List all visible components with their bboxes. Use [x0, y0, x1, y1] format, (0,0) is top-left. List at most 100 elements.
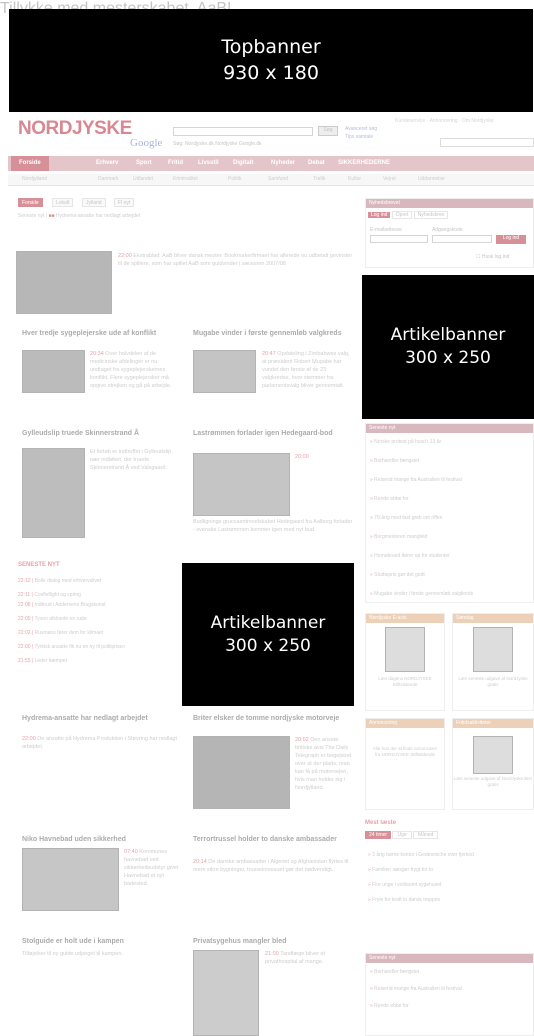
subnav-item[interactable]: Udlandet [133, 176, 153, 182]
article-text: 22:00 De ansatte på Hydrema Produktion i… [22, 736, 178, 750]
list-item[interactable]: » Studiepris gør det godt [370, 572, 529, 579]
article-image[interactable] [193, 350, 256, 393]
tab-create[interactable]: Opret [391, 211, 413, 219]
login-button[interactable]: Log ind [496, 235, 526, 244]
tab-lokalt[interactable]: Lokalt [52, 198, 74, 207]
subnav-item[interactable]: Kultur [348, 176, 361, 182]
tab-forside[interactable]: Forside [18, 198, 43, 207]
search-scope-radios[interactable]: Søg: Nordjyske.dk Nordjyske Google.dk [173, 141, 262, 147]
advanced-search-link[interactable]: Avanceret søg [345, 126, 377, 132]
promo-text: Alle hun der at finde annoncører fra NOR… [372, 746, 438, 757]
article-title[interactable]: Niko Havnebad uden sikkerhed [22, 836, 172, 844]
article-title[interactable]: Gylleudslip truede Skinnerstrand Å [22, 430, 172, 438]
top-banner[interactable]: Topbanner 930 x 180 [9, 9, 533, 112]
nav-item-livsstil[interactable]: Livsstil [198, 160, 219, 166]
nav-item-nyheder[interactable]: Nyheder [271, 160, 295, 166]
list-item[interactable]: » Mugabe vinder i første gennemløb valgk… [370, 591, 529, 598]
site-logo[interactable]: NORDJYSKE [18, 118, 132, 140]
list-item[interactable]: 21:55 | Leder kæmpet [18, 658, 178, 665]
email-field[interactable] [370, 235, 428, 243]
list-item[interactable]: 22:12 | Bolle dialog med erhvervslivet [18, 578, 178, 585]
breaking-text[interactable]: Hydrema-ansatte har nedlagt arbejdet [56, 213, 140, 219]
promo-box[interactable]: Annoncering Alle hun der at finde annonc… [365, 718, 445, 810]
list-item[interactable]: » Borgmesteren mangleld [370, 534, 529, 541]
search-button[interactable]: Søg [318, 126, 338, 136]
list-item[interactable]: 22:11 | Cosfleflight og spring [18, 592, 178, 599]
list-item[interactable]: 22:02 | Rusmans fører dem for klimaet [18, 630, 178, 637]
tab-fl-nyt[interactable]: Fl nyt [114, 198, 135, 207]
nav-item-debat[interactable]: Debat [308, 160, 325, 166]
region-select[interactable] [440, 138, 534, 147]
article-title[interactable]: Mugabe vinder i første gennemløb valgkre… [193, 330, 353, 338]
nav-item-sport[interactable]: Sport [136, 160, 152, 166]
article-image[interactable] [193, 950, 259, 1036]
search-input[interactable] [173, 127, 313, 136]
article-title[interactable]: Hver tredje sygeplejerske ude af konflik… [22, 330, 172, 338]
nav-item-digitalt[interactable]: Digitalt [233, 160, 253, 166]
list-item[interactable]: » Reisend mange fra Australien til festi… [370, 477, 529, 484]
tab-week[interactable]: Uge [392, 831, 412, 839]
list-item[interactable]: » 3 årig børne kontor i Gedesmiche over … [368, 852, 530, 859]
article-image[interactable] [193, 453, 290, 516]
article-text: 20:02 Den ansete britiske avis The Daily… [295, 737, 352, 791]
article-image[interactable] [22, 448, 85, 538]
tips-link[interactable]: Tips samtale [345, 134, 373, 140]
nav-item-sikkerhed[interactable]: SIKKERHEDERNE [338, 160, 390, 166]
promo-box[interactable]: Fritidsaktiviteter Læs seneste udgave af… [452, 718, 534, 810]
article-image[interactable] [22, 350, 85, 393]
password-field[interactable] [432, 235, 492, 243]
article-title[interactable]: Privatsygehus mangler bled [193, 938, 353, 946]
tab-24h[interactable]: 24 timer [365, 831, 392, 839]
list-item[interactable]: » Homeboard ifører op for studenter [370, 553, 529, 560]
list-item[interactable]: » Rende ebbe for [370, 1003, 529, 1010]
list-item[interactable]: » Fryle for kraft to dansk troppes [368, 897, 530, 904]
article-banner-center[interactable]: Artikelbanner 300 x 250 [182, 563, 354, 706]
headline-image[interactable] [16, 251, 112, 314]
list-item[interactable]: » 70-årig med fast greb om riffen [370, 515, 529, 522]
article-title[interactable]: Terrortrussel holder to danske ambassade… [193, 836, 353, 844]
article-image[interactable] [22, 848, 119, 911]
list-item[interactable]: » Norske protest på hvad i 13 år [370, 439, 529, 446]
promo-box[interactable]: Søndag Læs seneste udgave af NordJyske g… [452, 613, 534, 711]
tab-month[interactable]: Måned [413, 831, 439, 839]
article-title[interactable]: Hydrema-ansatte har nedlagt arbejdet [22, 715, 172, 723]
remember-checkbox[interactable]: ☐ Husk log ind [476, 254, 509, 260]
headline-text: 22:00 Ekstrablad: AaB bliver dansk meste… [118, 253, 353, 267]
tab-login[interactable]: Log ind [368, 212, 391, 218]
article-title[interactable]: Lastrømmen forlader igen Hedegaard-bod [193, 430, 353, 438]
subnav-item[interactable]: Nordjylland [22, 176, 47, 182]
list-item[interactable]: » Familien sæsger frygt for to [368, 867, 530, 874]
list-item[interactable]: 22:00 | Tyrkisk ansatte fik nu en ny til… [18, 644, 178, 651]
promo-box[interactable]: Nordjyske E-avis Læs dagens NORDJYSKE St… [365, 613, 445, 711]
subnav-item[interactable]: Politik [228, 176, 241, 182]
article-title[interactable]: Briter elsker de tomme nordjyske motorve… [193, 715, 353, 723]
article-text: 20:47 Opdateling i Zimbabwes valg, at pr… [262, 351, 350, 389]
subnav-item[interactable]: Uddannelse [418, 176, 445, 182]
login-box: Nyhedsbrevet Log ind Opret Nyhedsbrev E-… [365, 198, 534, 268]
article-image[interactable] [193, 736, 290, 809]
list-item[interactable]: » Reisend mange fra Australien til festi… [370, 986, 529, 993]
nav-item-erhverv[interactable]: Erhverv [96, 160, 118, 166]
subnav-item[interactable]: Vejret [383, 176, 396, 182]
nav-item-forside[interactable]: Forside [11, 156, 49, 171]
subnav-item[interactable]: Trafik [313, 176, 325, 182]
list-item[interactable]: » Fire unge i voldsomt sygehuset [368, 882, 530, 889]
list-item[interactable]: 22:05 | Tyven afsloede en rude [18, 616, 178, 623]
subnav-item[interactable]: Danmark [98, 176, 118, 182]
article-title[interactable]: Stolguide er holt ude i kampen [22, 938, 172, 946]
latest-sidebar-head: Seneste nyt [366, 954, 533, 963]
article-banner-line2: 300 x 250 [225, 635, 311, 656]
subnav-item[interactable]: Kriminalitet [173, 176, 198, 182]
login-tabs: Log ind Opret Nyhedsbrev [368, 211, 449, 219]
article-banner-right[interactable]: Artikelbanner 300 x 250 [362, 275, 534, 419]
nav-item-fritid[interactable]: Fritid [168, 160, 183, 166]
most-read-list: » 3 årig børne kontor i Gedesmiche over … [368, 852, 530, 904]
subnav-item[interactable]: Samfund [268, 176, 288, 182]
tab-newsletter[interactable]: Nyhedsbrev [413, 211, 449, 219]
list-item[interactable]: » Borhandler fængslet [370, 969, 529, 976]
latest-sidebar-head: Seneste nyt [366, 424, 533, 433]
tab-jylland[interactable]: Jylland [82, 198, 106, 207]
list-item[interactable]: » Rende ebbe for [370, 496, 529, 503]
list-item[interactable]: » Borhandler fængslet [370, 458, 529, 465]
list-item[interactable]: 22:08 | Indbrud i Andersens Brugskunst [18, 602, 178, 609]
